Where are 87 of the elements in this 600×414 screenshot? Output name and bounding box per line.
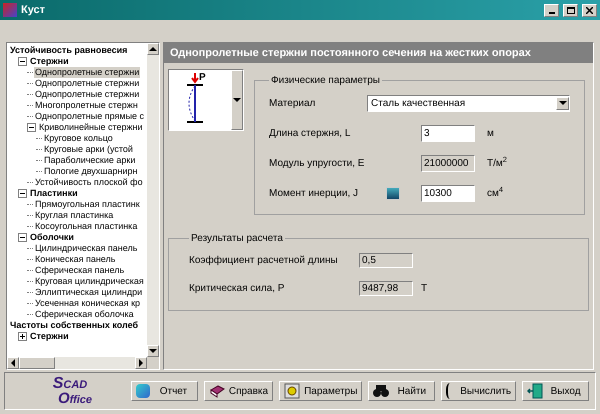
unit-label: Т/м$^{2}$ [487,156,507,170]
right-arrow-icon [138,359,144,367]
collapse-icon[interactable] [18,57,27,66]
maximize-button[interactable] [563,4,578,16]
result-label: Коэффициент расчетной длины [189,254,339,268]
unit-label: см$^{4}$ [487,186,504,200]
toolbar-button[interactable]: Параметры [279,381,362,401]
readonly-field: 9487,98 [359,280,413,296]
binoculars-icon [373,384,390,398]
toolbar-button[interactable]: Выход [522,381,589,401]
tree-item[interactable]: Сферическая панель [34,265,126,276]
tree-item[interactable]: Усеченная коническая кр [34,298,142,309]
unit-label: Т [421,282,428,296]
tree-item[interactable]: Сферическая оболочка [34,309,135,320]
door-icon [527,383,544,399]
tree-item[interactable]: Косоугольная пластинка [34,221,138,232]
maximize-icon [566,6,574,14]
material-select[interactable]: Сталь качественная [367,94,570,112]
tree-item[interactable]: Однопролетные стержни [34,89,140,100]
scroll-down-button[interactable] [147,345,159,357]
tree-item[interactable]: Круговое кольцо [43,133,114,144]
close-button[interactable] [582,4,597,16]
tree-item[interactable]: Пластинки [29,188,79,199]
tree-item[interactable]: Прямоугольная пластинк [34,199,141,210]
scroll-left-button[interactable] [7,357,19,369]
book-icon [208,384,225,398]
tree-item[interactable]: Оболочки [29,232,75,243]
minimize-button[interactable] [544,4,559,16]
input-field[interactable]: 3 [421,124,475,142]
scroll-up-button[interactable] [147,43,159,55]
close-icon [586,6,593,14]
scroll-thumb[interactable] [19,357,55,369]
app-icon [3,3,17,17]
caret-icon [558,100,566,106]
left-arrow-icon [10,359,16,367]
caret-icon [233,97,241,103]
field-label: Материал [269,96,316,110]
tree-item[interactable]: Пологие двухшарнирн [43,166,138,177]
scrollbar-corner [147,357,159,369]
logo: SCAD Office [52,376,94,406]
collapse-icon[interactable] [18,233,27,242]
tree-item[interactable]: Однопролетные стержни [34,78,140,89]
toolbar-button[interactable]: Найти [368,381,436,401]
tree-item[interactable]: Круглая пластинка [34,210,114,221]
dropdown-button[interactable] [556,96,569,110]
tree-item[interactable]: Однопролетные стержни [34,67,140,78]
collapse-icon[interactable] [18,189,27,198]
expand-icon[interactable] [18,332,27,341]
calculator-icon[interactable] [386,186,400,200]
scheme-dropdown-button[interactable] [231,70,243,130]
tree-item[interactable]: Устойчивость равновесия [9,45,128,56]
collapse-icon[interactable] [27,123,36,132]
down-arrow-icon [149,348,157,354]
tree-item[interactable]: Криволинейные стержни [38,122,144,133]
tree-item[interactable]: Однопролетные прямые с [34,111,146,122]
tree-item[interactable]: Параболические арки [43,155,136,166]
tree-item[interactable]: Круговая цилиндрическая [34,276,145,287]
up-arrow-icon [149,46,157,52]
minimize-icon [548,12,554,14]
result-label: Критическая сила, P [189,282,286,296]
tree-item[interactable]: Многопролетные стержн [34,100,139,111]
tree-item[interactable]: Эллиптическая цилиндри [34,287,144,298]
unit-label: м [487,126,494,140]
tree-item[interactable]: Круговые арки (устой [43,144,134,155]
scroll-right-button[interactable] [135,357,147,369]
horizontal-scrollbar[interactable] [7,357,159,369]
field-label: Модуль упругости, E [269,156,365,170]
input-field[interactable]: 10300 [421,184,475,202]
panel-header: Однопролетные стержни постоянного сечения на жестких опорах [164,43,593,63]
toolbar-button[interactable]: Отчет [131,381,198,401]
tree-item[interactable]: Частоты собственных колеб [9,320,140,331]
tree-item[interactable]: Цилиндрическая панель [34,243,138,254]
readonly-field: 21000000 [421,154,475,172]
field-label: Длина стержня, L [269,126,352,140]
readonly-field: 0,5 [359,252,413,268]
toolbar-button[interactable]: Справка [204,381,274,401]
tree-item[interactable]: Устойчивость плоской фо [34,177,144,188]
tree-item[interactable]: Коническая панель [34,254,116,265]
field-label: Момент инерции, J [269,186,360,200]
window-title: Куст [21,2,46,18]
group-title: Результаты расчета [190,232,284,246]
toolbar-button[interactable]: Вычислить [441,381,516,401]
group-title: Физические параметры [270,74,381,88]
tree-item[interactable]: Стержни [29,331,70,342]
vertical-scrollbar[interactable] [147,43,159,357]
beam-scheme-drawing: P [169,70,231,130]
tree-item[interactable]: Стержни [29,56,70,67]
